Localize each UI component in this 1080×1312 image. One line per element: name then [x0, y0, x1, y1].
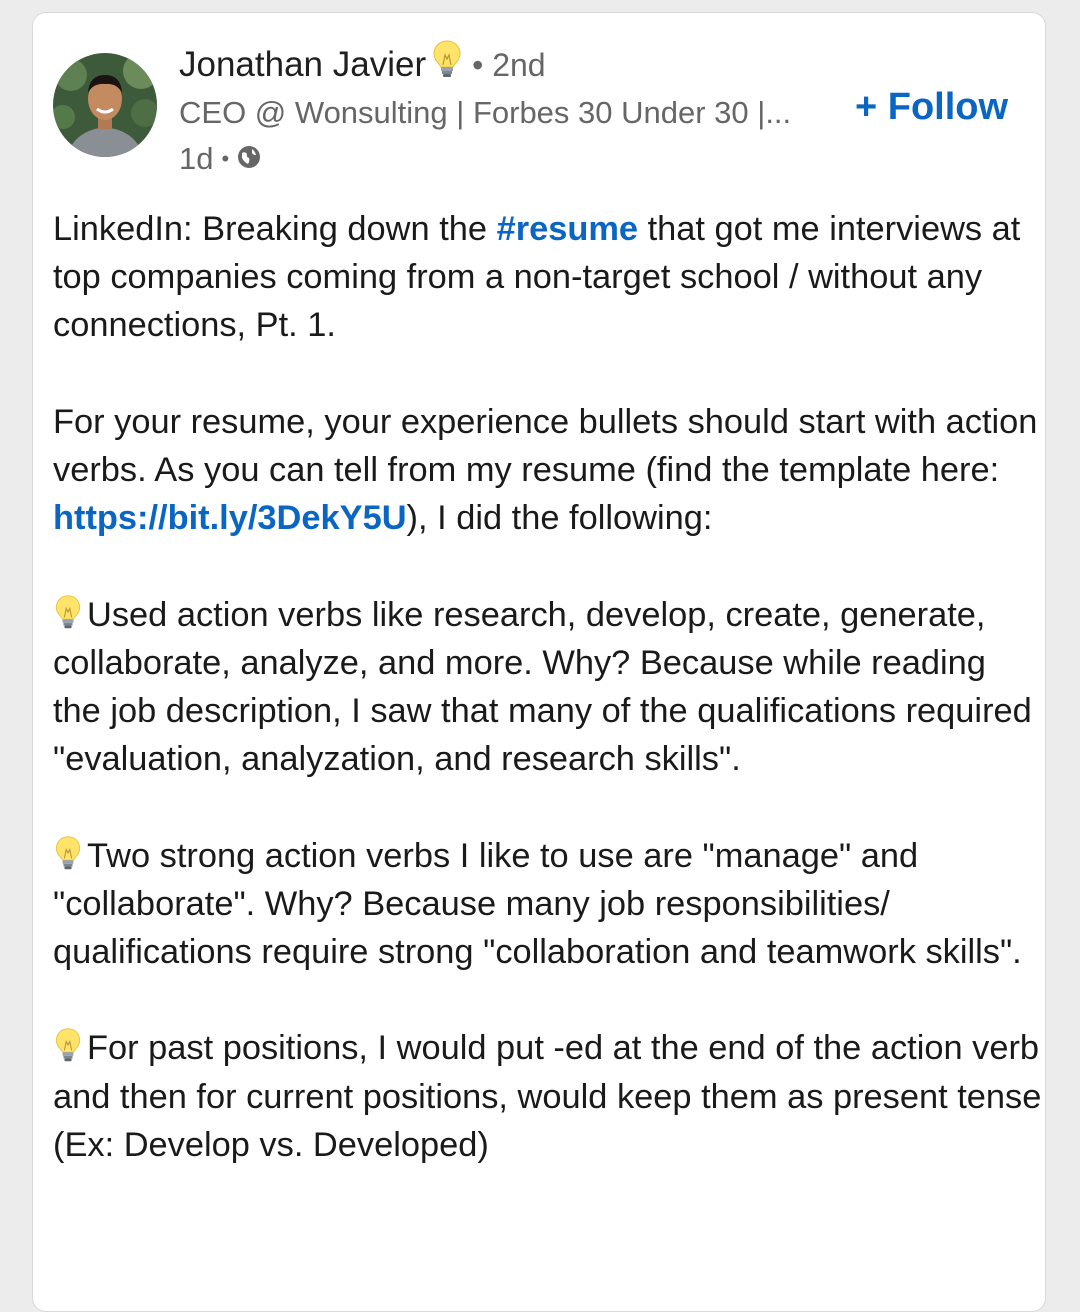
template-link[interactable]: https://bit.ly/3DekY5U	[53, 499, 407, 537]
post-paragraph-resume: For your resume, your experience bullets…	[53, 398, 1043, 543]
post-paragraph-intro: LinkedIn: Breaking down the #resume that…	[53, 205, 1043, 350]
bullet-3: For past positions, I would put -ed at t…	[53, 1024, 1043, 1169]
bullet-text: Used action verbs like research, develop…	[53, 595, 1032, 779]
connection-degree: • 2nd	[472, 46, 546, 83]
meta-separator: •	[221, 146, 230, 171]
globe-icon	[237, 139, 261, 179]
post-meta: 1d •	[179, 139, 261, 179]
post-text: LinkedIn: Breaking down the	[53, 210, 497, 248]
bullet-2: Two strong action verbs I like to use ar…	[53, 832, 1043, 977]
lightbulb-icon	[53, 835, 83, 871]
post-time: 1d	[179, 141, 214, 176]
post-body: LinkedIn: Breaking down the #resume that…	[53, 205, 1043, 1217]
author-headline: CEO @ Wonsulting | Forbes 30 Under 30 |.…	[179, 95, 792, 130]
bullet-text: For past positions, I would put -ed at t…	[53, 1029, 1042, 1164]
author-name-row[interactable]: Jonathan Javier • 2nd	[179, 39, 546, 90]
post-card: Jonathan Javier • 2nd CEO @ Wonsulting |…	[32, 12, 1046, 1312]
lightbulb-icon	[53, 1027, 83, 1063]
connection-degree-value: 2nd	[492, 46, 546, 83]
lightbulb-icon	[432, 39, 462, 90]
bullet-text: Two strong action verbs I like to use ar…	[53, 836, 1022, 971]
bullet-1: Used action verbs like research, develop…	[53, 591, 1043, 784]
hashtag-link[interactable]: #resume	[497, 210, 638, 248]
author-name[interactable]: Jonathan Javier	[179, 43, 426, 87]
lightbulb-icon	[53, 594, 83, 630]
post-text: ), I did the following:	[406, 499, 713, 538]
post-text: For your resume, your experience bullets…	[53, 402, 1038, 489]
avatar[interactable]	[53, 53, 157, 157]
follow-button[interactable]: + Follow	[855, 85, 1008, 129]
